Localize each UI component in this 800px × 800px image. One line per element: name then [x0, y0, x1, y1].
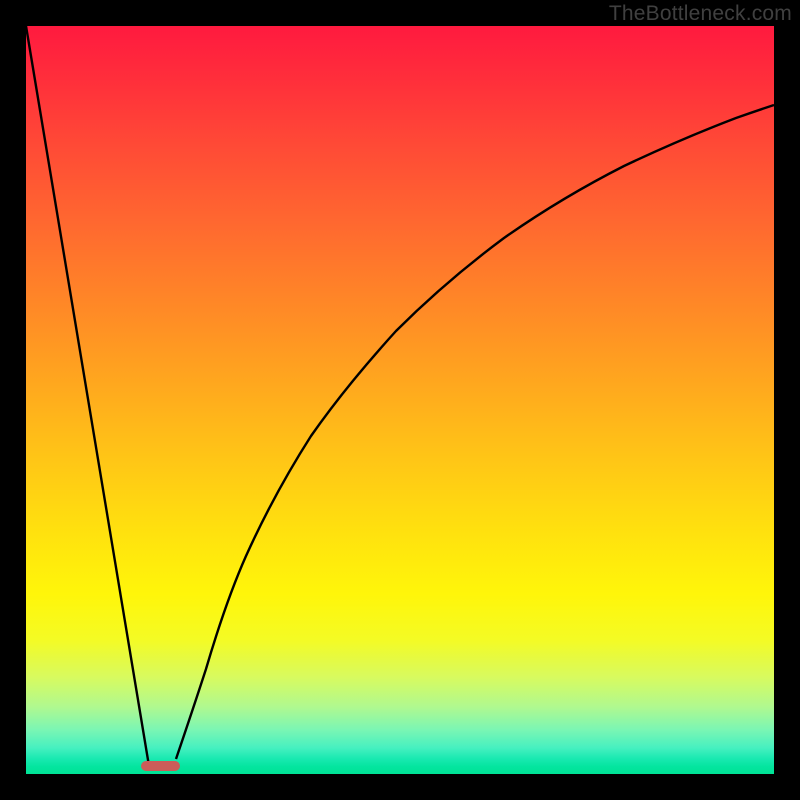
left-line-path [26, 26, 149, 766]
right-curve-path [176, 105, 774, 759]
chart-frame: TheBottleneck.com [0, 0, 800, 800]
bottleneck-marker [141, 761, 180, 771]
line-layer [26, 26, 774, 774]
plot-area [26, 26, 774, 774]
watermark-text: TheBottleneck.com [609, 2, 792, 26]
